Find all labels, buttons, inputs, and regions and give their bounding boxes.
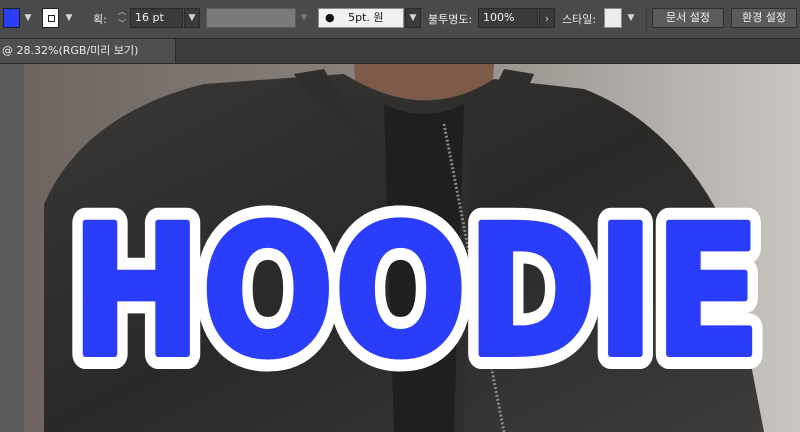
artboard[interactable]: HOODIE HOODIE [24, 64, 800, 432]
stroke-label: 획: [93, 13, 107, 26]
opacity-chevron-right-icon[interactable]: › [539, 8, 555, 28]
stroke-weight-chevron-down-icon[interactable]: ▼ [184, 8, 200, 28]
brush-label: 5pt. 원 [348, 11, 384, 24]
hoodie-text-fill: HOODIE [71, 188, 761, 397]
artwork: HOODIE HOODIE [24, 64, 800, 432]
document-setup-button[interactable]: 문서 설정 [652, 8, 724, 28]
hoodie-text-group[interactable]: HOODIE HOODIE [56, 173, 776, 412]
stroke-stepper-icon[interactable]: ︿ ﹀ [115, 6, 129, 30]
fill-chevron-down-icon[interactable]: ▼ [21, 8, 35, 28]
brush-definition-field[interactable]: ● 5pt. 원 [318, 8, 404, 28]
variable-width-profile[interactable] [206, 8, 296, 28]
opacity-label: 불투명도: [428, 13, 473, 26]
divider [646, 6, 647, 32]
document-tab-bar: @ 28.32%(RGB/미리 보기) [0, 39, 800, 64]
stroke-chevron-down-icon[interactable]: ▼ [62, 8, 76, 28]
canvas-workspace[interactable]: HOODIE HOODIE [0, 64, 800, 432]
stroke-weight-field[interactable]: 16 pt [130, 8, 183, 28]
style-chevron-down-icon[interactable]: ▼ [624, 8, 638, 28]
document-tab[interactable]: @ 28.32%(RGB/미리 보기) [0, 39, 176, 63]
profile-chevron-down-icon[interactable]: ▼ [297, 8, 311, 28]
style-label: 스타일: [562, 13, 597, 26]
stroke-square-icon [48, 15, 55, 22]
graphic-style-swatch[interactable] [604, 8, 622, 28]
fill-color-swatch[interactable] [3, 8, 20, 28]
brush-chevron-down-icon[interactable]: ▼ [405, 8, 421, 28]
opacity-field[interactable]: 100% [478, 8, 538, 28]
brush-dot-icon: ● [325, 11, 335, 24]
control-bar: ▼ ▼ 획: ︿ ﹀ 16 pt ▼ ▼ ● 5pt. 원 ▼ 불투명도: 100… [0, 0, 800, 39]
preferences-button[interactable]: 환경 설정 [731, 8, 797, 28]
stroke-color-swatch[interactable] [42, 8, 59, 28]
